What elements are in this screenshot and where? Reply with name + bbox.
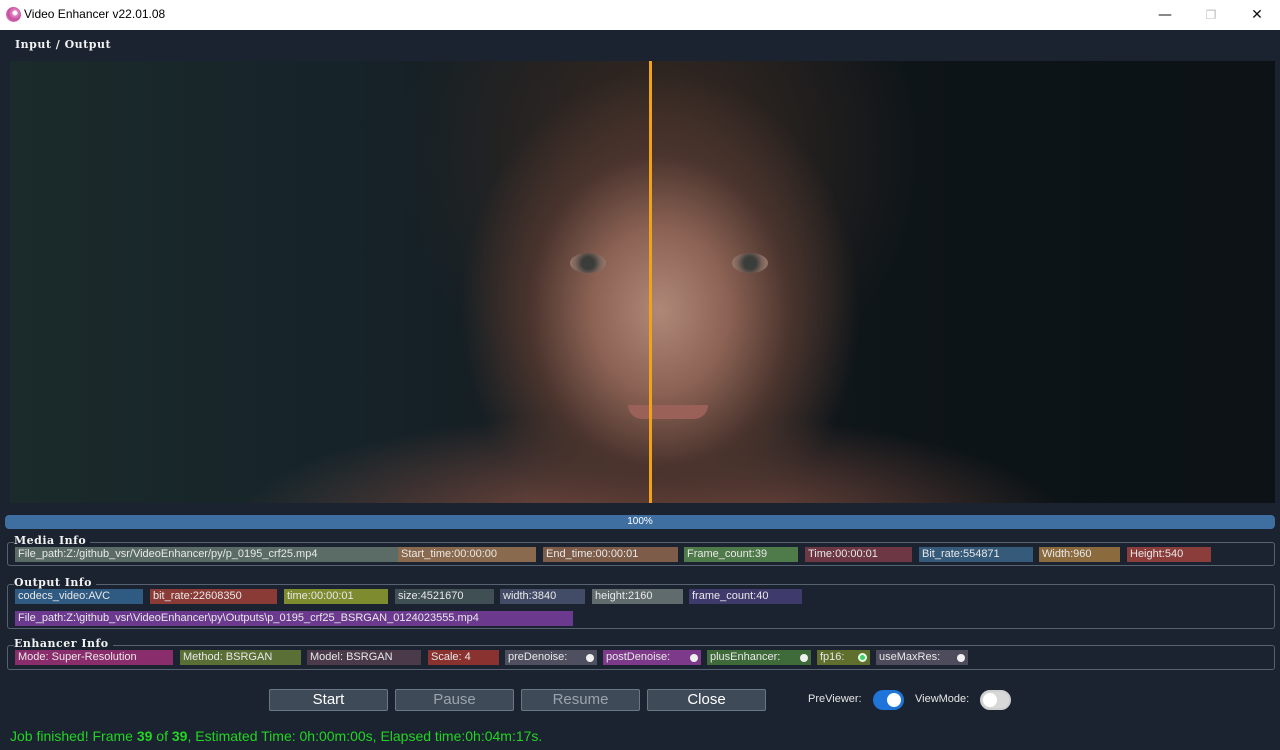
comparison-divider[interactable]	[649, 61, 652, 503]
output-size: size:4521670	[395, 589, 494, 604]
enhancer-model: Model: BSRGAN	[307, 650, 421, 665]
enhancer-info-label: Enhancer Info	[14, 637, 113, 650]
previewer-knob	[887, 693, 901, 707]
postdenoise-label: postDenoise:	[606, 651, 671, 663]
enhancer-method: Method: BSRGAN	[180, 650, 301, 665]
close-icon[interactable]: ✕	[1234, 0, 1280, 30]
viewmode-knob	[983, 693, 997, 707]
output-info-label: Output Info	[14, 576, 96, 589]
plusenhancer-indicator	[800, 653, 808, 662]
status-message: Job finished! Frame 39 of 39, Estimated …	[10, 728, 542, 744]
output-height: height:2160	[592, 589, 683, 604]
predenoise-label: preDenoise:	[508, 651, 568, 663]
usemaxres-label: useMaxRes:	[879, 651, 941, 663]
progress-bar: 100%	[5, 515, 1275, 529]
output-width: width:3840	[500, 589, 585, 604]
previewer-toggle[interactable]	[873, 690, 904, 710]
usemaxres-indicator	[957, 653, 965, 662]
status-total: 39	[171, 728, 188, 744]
output-time: time:00:00:01	[284, 589, 388, 604]
preview-eye-left	[570, 253, 606, 273]
media-info-group: File_path:Z:/github_vsr/VideoEnhancer/py…	[7, 542, 1275, 566]
media-time: Time:00:00:01	[805, 547, 912, 562]
toggle-predenoise[interactable]: preDenoise:	[505, 650, 597, 665]
predenoise-indicator	[586, 653, 594, 662]
media-file-path: File_path:Z:/github_vsr/VideoEnhancer/py…	[15, 547, 398, 562]
status-frame: 39	[136, 728, 153, 744]
output-info-group: codecs_video:AVC bit_rate:22608350 time:…	[7, 584, 1275, 629]
previewer-label: PreViewer:	[808, 693, 862, 705]
status-prefix: Job finished! Frame	[10, 728, 137, 744]
preview-eye-right	[732, 253, 768, 273]
close-button[interactable]: Close	[647, 689, 766, 711]
output-bit-rate: bit_rate:22608350	[150, 589, 277, 604]
enhancer-info-group: Mode: Super-Resolution Method: BSRGAN Mo…	[7, 645, 1275, 670]
viewmode-toggle[interactable]	[980, 690, 1011, 710]
plusenhancer-label: plusEnhancer:	[710, 651, 781, 663]
minimize-icon[interactable]: —	[1142, 0, 1188, 30]
start-button[interactable]: Start	[269, 689, 388, 711]
enhancer-mode: Mode: Super-Resolution	[15, 650, 173, 665]
fp16-indicator	[858, 653, 867, 662]
postdenoise-indicator	[690, 653, 698, 662]
window-title: Video Enhancer v22.01.08	[24, 7, 166, 21]
output-codecs: codecs_video:AVC	[15, 589, 143, 604]
title-bar: Video Enhancer v22.01.08 — ❐ ✕	[0, 0, 1280, 30]
media-end-time: End_time:00:00:01	[543, 547, 678, 562]
status-of: of	[152, 728, 172, 744]
resume-button[interactable]: Resume	[521, 689, 640, 711]
video-preview	[10, 61, 1275, 503]
app-icon	[6, 7, 21, 22]
fp16-label: fp16:	[820, 651, 845, 663]
media-width: Width:960	[1039, 547, 1120, 562]
media-bit-rate: Bit_rate:554871	[919, 547, 1033, 562]
maximize-icon[interactable]: ❐	[1188, 0, 1234, 30]
viewmode-label: ViewMode:	[915, 693, 970, 705]
media-frame-count: Frame_count:39	[684, 547, 798, 562]
media-start-time: Start_time:00:00:00	[398, 547, 536, 562]
toggle-plusenhancer[interactable]: plusEnhancer:	[707, 650, 811, 665]
output-file-path: File_path:Z:\github_vsr\VideoEnhancer\py…	[15, 611, 573, 626]
preview-mouth	[628, 405, 708, 419]
preview-label: Input / Output	[15, 38, 112, 51]
media-info-label: Media Info	[14, 534, 91, 547]
toggle-postdenoise[interactable]: postDenoise:	[603, 650, 701, 665]
output-frame-count: frame_count:40	[689, 589, 802, 604]
status-suffix: , Estimated Time: 0h:00m:00s, Elapsed ti…	[187, 728, 543, 744]
media-height: Height:540	[1127, 547, 1211, 562]
toggle-fp16[interactable]: fp16:	[817, 650, 870, 665]
pause-button[interactable]: Pause	[395, 689, 514, 711]
enhancer-scale: Scale: 4	[428, 650, 499, 665]
toggle-usemaxres[interactable]: useMaxRes:	[876, 650, 968, 665]
progress-text: 100%	[627, 516, 653, 527]
